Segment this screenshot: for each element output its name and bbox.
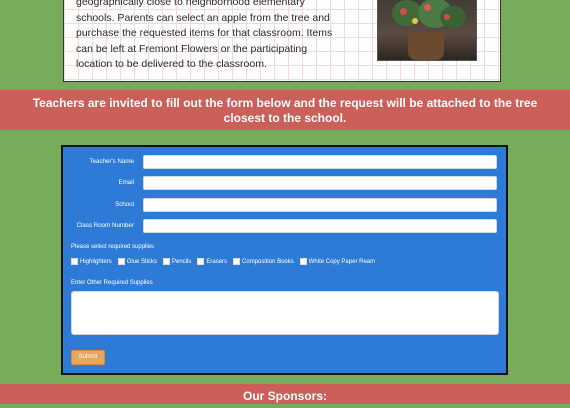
intro-line: purchase the requested items for that cl… [76,27,333,40]
other-supplies-label: Enter Other Required Supplies [71,280,153,286]
school-input[interactable] [143,198,497,212]
classroom-row: Class Room Number [63,219,506,235]
intro-card: geographically close to neighborhood ele… [63,0,501,82]
intro-line: geographically close to neighborhood ele… [76,0,305,8]
teachers-invite-banner: Teachers are invited to fill out the for… [0,90,570,130]
intro-line: location to be delivered to the classroo… [76,58,267,71]
school-row: School [63,198,506,214]
supply-copy-paper[interactable]: White Copy Paper Ream [299,258,376,265]
email-row: Email [63,176,506,192]
checkbox[interactable] [163,258,171,265]
sponsors-heading: Our Sponsors: [0,384,570,404]
supply-pencils[interactable]: Pencils [163,258,191,265]
banner-line-1: Teachers are invited to fill out the for… [32,96,538,110]
supply-highlighters[interactable]: Highlighters [71,258,112,265]
teacher-name-input[interactable] [143,155,497,169]
intro-line: can be left at Fremont Flowers or the pa… [76,42,308,55]
checkbox[interactable] [233,258,241,265]
supply-label: Glue Sticks [126,258,158,265]
teacher-request-form: Teacher's Name Email School Class Room N… [61,145,508,375]
supply-label: Pencils [172,258,192,265]
submit-button[interactable]: Submit [71,350,105,365]
checkbox[interactable] [117,258,125,265]
supply-glue-sticks[interactable]: Glue Sticks [117,258,158,265]
classroom-label: Class Room Number [76,222,134,229]
intro-line: schools. Parents can select an apple fro… [76,11,330,24]
email-input[interactable] [143,176,497,190]
intro-text: geographically close to neighborhood ele… [76,0,346,73]
teacher-name-row: Teacher's Name [63,155,506,171]
supply-erasers[interactable]: Erasers [197,258,227,265]
email-label: Email [118,179,134,186]
classroom-input[interactable] [143,219,497,233]
supplies-checklist: Highlighters Glue Sticks Pencils Erasers… [71,258,375,265]
apple-tree-photo [377,0,477,61]
checkbox[interactable] [299,258,307,265]
school-label: School [115,201,134,208]
supply-label: Highlighters [80,258,112,265]
other-supplies-textarea[interactable] [71,291,499,335]
supply-composition-books[interactable]: Composition Books [233,258,294,265]
checkbox[interactable] [71,258,78,265]
supply-label: White Copy Paper Ream [308,258,376,265]
checkbox[interactable] [197,258,205,265]
supply-label: Erasers [206,258,228,265]
supplies-label: Please select required supplies [71,244,155,250]
supply-label: Composition Books [242,258,294,265]
teacher-name-label: Teacher's Name [89,158,134,165]
banner-line-2: closest to the school. [223,111,347,125]
